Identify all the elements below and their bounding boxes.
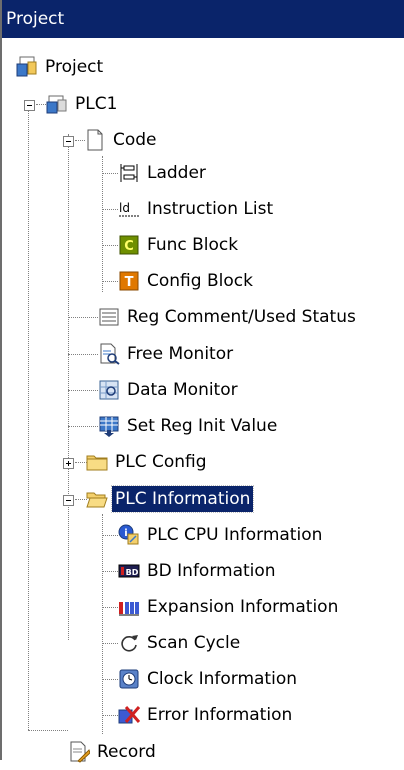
tree-branch (68, 317, 98, 318)
set-reg-init-icon (98, 415, 120, 437)
tree-label-record: Record (97, 742, 156, 762)
tree-label-code: Code (113, 130, 157, 150)
tree-label-ladder: Ladder (147, 163, 206, 183)
ladder-icon (118, 162, 140, 184)
func-block-icon: C (118, 234, 140, 256)
clock-icon (118, 668, 140, 690)
tree-branch (28, 730, 68, 731)
tree-branch (102, 679, 118, 680)
tree-label-func-block: Func Block (147, 235, 239, 255)
panel-title: Project (6, 9, 65, 29)
instruction-list-icon: ld (118, 198, 140, 220)
error-info-icon (118, 704, 141, 726)
plc-icon (46, 93, 68, 115)
tree-label-error-information: Error Information (147, 705, 293, 725)
tree-line-plc (28, 100, 29, 730)
tree-node-record[interactable]: Record (68, 734, 159, 770)
bd-info-icon: BD (118, 560, 140, 582)
project-tree: Project PLC1 Code Ladder ld Instruction … (2, 38, 404, 763)
tree-line-code-children (102, 156, 103, 292)
tree-branch (68, 426, 98, 427)
tree-branch (102, 173, 118, 174)
folder-open-icon (86, 488, 108, 510)
tree-label-project: Project (45, 57, 104, 77)
tree-node-code[interactable]: Code (84, 122, 160, 158)
folder-icon (86, 451, 108, 473)
config-block-icon: T (118, 270, 140, 292)
tree-label-plc-config: PLC Config (115, 452, 207, 472)
tree-label-set-reg-init: Set Reg Init Value (127, 416, 278, 436)
tree-line-info-children (102, 514, 103, 734)
tree-branch (36, 104, 46, 105)
tree-node-config-block[interactable]: T Config Block (118, 263, 256, 299)
tree-node-scan-cycle[interactable]: Scan Cycle (118, 625, 243, 661)
tree-label-instruction-list: Instruction List (147, 199, 274, 219)
svg-text:BD: BD (126, 568, 139, 577)
expansion-info-icon (118, 596, 140, 618)
tree-label-free-monitor: Free Monitor (127, 344, 234, 364)
tree-branch (102, 607, 118, 608)
tree-node-plc1[interactable]: PLC1 (46, 86, 120, 122)
project-icon (16, 56, 38, 78)
tree-branch (102, 209, 118, 210)
tree-label-reg-comment: Reg Comment/Used Status (127, 307, 356, 327)
tree-node-plc-config[interactable]: PLC Config (86, 444, 210, 480)
svg-text:i: i (124, 528, 127, 539)
tree-label-expansion-information: Expansion Information (147, 597, 339, 617)
tree-node-ladder[interactable]: Ladder (118, 155, 209, 191)
tree-label-plc1: PLC1 (75, 94, 118, 114)
expand-toggle-plc-information[interactable] (63, 495, 74, 506)
panel-title-bar: Project (2, 0, 404, 38)
tree-label-bd-information: BD Information (147, 561, 276, 581)
tree-branch (102, 535, 118, 536)
expand-toggle-code[interactable] (63, 136, 74, 147)
tree-branch (102, 715, 118, 716)
tree-node-bd-information[interactable]: BD BD Information (118, 553, 279, 589)
tree-node-clock-information[interactable]: Clock Information (118, 661, 300, 697)
tree-node-data-monitor[interactable]: Data Monitor (98, 372, 241, 408)
tree-branch (102, 643, 118, 644)
svg-text:C: C (124, 239, 134, 254)
svg-text:ld: ld (119, 201, 130, 215)
tree-label-data-monitor: Data Monitor (127, 380, 238, 400)
tree-branch (102, 281, 118, 282)
tree-node-error-information[interactable]: Error Information (118, 697, 295, 733)
expand-toggle-plc-config[interactable] (63, 458, 74, 469)
tree-line-code-branch (68, 134, 69, 640)
tree-branch (102, 245, 118, 246)
tree-node-project[interactable]: Project (16, 49, 106, 85)
tree-label-config-block: Config Block (147, 271, 253, 291)
project-panel: Project Project PLC1 Code Ladder ld Inst… (0, 0, 404, 763)
svg-text:T: T (125, 275, 134, 290)
reg-comment-icon (98, 306, 120, 328)
tree-branch (102, 571, 118, 572)
free-monitor-icon (98, 343, 120, 365)
cpu-info-icon: i (118, 524, 140, 546)
tree-node-plc-information[interactable]: PLC Information (86, 481, 255, 517)
tree-node-set-reg-init[interactable]: Set Reg Init Value (98, 408, 280, 444)
tree-node-free-monitor[interactable]: Free Monitor (98, 336, 236, 372)
tree-label-plc-cpu-information: PLC CPU Information (147, 525, 323, 545)
tree-branch (68, 354, 98, 355)
tree-label-plc-information: PLC Information (110, 485, 255, 513)
tree-node-func-block[interactable]: C Func Block (118, 227, 241, 263)
data-monitor-icon (98, 379, 120, 401)
document-icon (84, 129, 106, 151)
tree-node-expansion-information[interactable]: Expansion Information (118, 589, 341, 625)
scan-cycle-icon (118, 632, 140, 654)
tree-branch (68, 390, 98, 391)
tree-label-scan-cycle: Scan Cycle (147, 633, 241, 653)
tree-node-plc-cpu-information[interactable]: i PLC CPU Information (118, 517, 325, 553)
tree-node-reg-comment[interactable]: Reg Comment/Used Status (98, 299, 359, 335)
tree-label-clock-information: Clock Information (147, 669, 297, 689)
tree-node-instruction-list[interactable]: ld Instruction List (118, 191, 276, 227)
expand-toggle-plc1[interactable] (24, 100, 35, 111)
